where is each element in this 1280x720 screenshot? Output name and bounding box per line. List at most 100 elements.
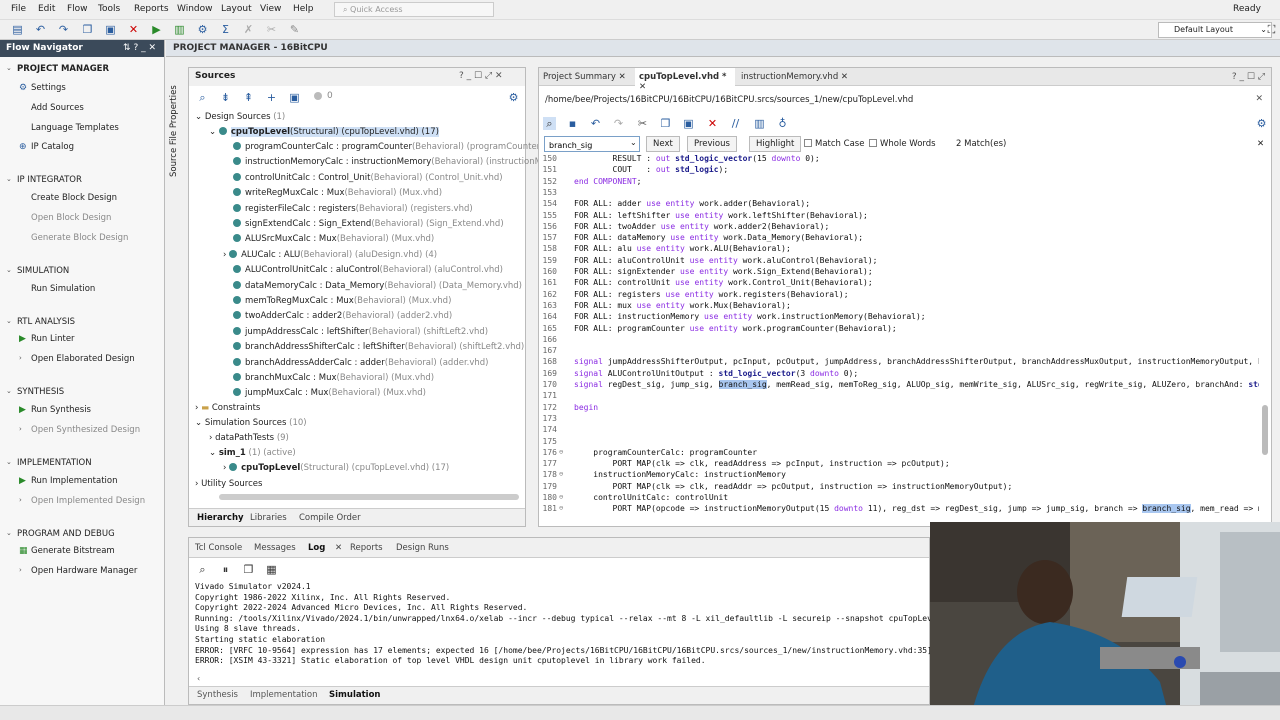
tree-item[interactable]: › ALUCalc : ALU(Behavioral) (aluDesign.v… (223, 249, 437, 260)
lightbulb-icon[interactable]: ♁ (776, 117, 789, 130)
tab-project-summary[interactable]: Project Summary ✕ (539, 68, 637, 86)
tree-design-sources[interactable]: ⌄ Design Sources (1) (195, 112, 285, 122)
tab-synthesis[interactable]: Synthesis (197, 690, 238, 700)
menu-view[interactable]: View (260, 4, 281, 14)
copy-icon[interactable]: ❐ (242, 563, 255, 576)
maximize-icon[interactable]: ⛶ (1265, 23, 1278, 36)
gear-icon[interactable]: ⚙ (196, 23, 209, 36)
nav-generate-block-design[interactable]: Generate Block Design (31, 233, 128, 243)
tree-sim-1[interactable]: ⌄ sim_1 (1) (active) (209, 448, 296, 458)
find-input[interactable] (544, 136, 640, 152)
tab-hierarchy[interactable]: Hierarchy (197, 513, 244, 523)
template-icon[interactable]: ▥ (753, 117, 766, 130)
fold-icon[interactable]: ⊖ (559, 493, 563, 501)
comment-icon[interactable]: // (729, 117, 742, 130)
close-icon[interactable]: ✕ (841, 72, 848, 82)
nav-open-hw-manager[interactable]: Open Hardware Manager (31, 566, 137, 576)
menu-window[interactable]: Window (177, 4, 213, 14)
tree-item[interactable]: controlUnitCalc : Control_Unit(Behaviora… (233, 172, 503, 183)
gear-icon[interactable]: ⚙ (507, 91, 520, 104)
menu-layout[interactable]: Layout (221, 4, 252, 14)
tab-messages[interactable]: Messages (254, 543, 296, 553)
nav-synthesis[interactable]: SYNTHESIS (17, 387, 64, 397)
tree-sim-sources[interactable]: ⌄ Simulation Sources (10) (195, 418, 307, 428)
nav-run-linter[interactable]: Run Linter (31, 334, 75, 344)
nav-create-block-design[interactable]: Create Block Design (31, 193, 117, 203)
fold-icon[interactable]: ⊖ (559, 504, 563, 512)
redo-icon[interactable]: ↷ (612, 117, 625, 130)
layers-icon[interactable]: ▥ (173, 23, 186, 36)
tab-implementation[interactable]: Implementation (250, 690, 318, 700)
panel-window-icons[interactable]: ? _ ☐ ⤢ (1232, 72, 1265, 82)
expand-all-icon[interactable]: ⇞ (242, 91, 255, 104)
nav-program-debug[interactable]: PROGRAM AND DEBUG (17, 529, 115, 539)
properties-icon[interactable]: ▣ (288, 91, 301, 104)
find-previous-button[interactable]: Previous (687, 136, 737, 152)
tree-item[interactable]: memToRegMuxCalc : Mux(Behavioral) (Mux.v… (233, 296, 451, 306)
tree-item[interactable]: branchAddressShifterCalc : leftShifter(B… (233, 342, 524, 352)
tree-top-module[interactable]: ⌄ cpuTopLevel(Structural) (cpuTopLevel.v… (209, 127, 439, 137)
tab-design-runs[interactable]: Design Runs (396, 543, 449, 553)
tab-log[interactable]: Log (308, 543, 325, 553)
tree-utility-sources[interactable]: › Utility Sources (195, 479, 262, 489)
menu-tools[interactable]: Tools (98, 4, 120, 14)
cross-icon[interactable]: ✗ (242, 23, 255, 36)
menu-help[interactable]: Help (293, 4, 314, 14)
delete-icon[interactable]: ✕ (706, 117, 719, 130)
add-icon[interactable]: + (265, 91, 278, 104)
copy-icon[interactable]: ❐ (659, 117, 672, 130)
tab-instruction-memory[interactable]: instructionMemory.vhd ✕ (737, 68, 861, 86)
paste-icon[interactable]: ▣ (104, 23, 117, 36)
menu-edit[interactable]: Edit (38, 4, 55, 14)
sigma-icon[interactable]: Σ (219, 23, 232, 36)
search-icon[interactable]: ⌕ (196, 563, 209, 576)
nav-add-sources[interactable]: Add Sources (31, 103, 84, 113)
table-icon[interactable]: ▦ (265, 563, 278, 576)
nav-run-implementation[interactable]: Run Implementation (31, 476, 118, 486)
tree-item[interactable]: instructionMemoryCalc : instructionMemor… (233, 157, 564, 167)
tab-compile-order[interactable]: Compile Order (299, 513, 361, 523)
menu-flow[interactable]: Flow (67, 4, 88, 14)
find-next-button[interactable]: Next (646, 136, 680, 152)
chevron-right-icon[interactable]: › (19, 566, 22, 574)
chevron-down-icon[interactable]: ⌄ (6, 64, 12, 72)
nav-rtl-analysis[interactable]: RTL ANALYSIS (17, 317, 75, 327)
close-icon[interactable]: ✕ (1255, 94, 1263, 104)
chevron-down-icon[interactable]: ⌄ (630, 138, 637, 147)
tree-item[interactable]: jumpAddressCalc : leftShifter(Behavioral… (233, 326, 488, 337)
close-icon[interactable]: ✕ (335, 543, 342, 553)
tab-cputoplevel[interactable]: cpuTopLevel.vhd * ✕ (635, 68, 735, 92)
search-icon[interactable]: ⌕ (196, 91, 209, 104)
chevron-right-icon[interactable]: › (19, 354, 22, 362)
tool-icon[interactable]: ✎ (288, 23, 301, 36)
tree-item[interactable]: twoAdderCalc : adder2(Behavioral) (adder… (233, 311, 452, 321)
paste-icon[interactable]: ▣ (682, 117, 695, 130)
tab-tcl-console[interactable]: Tcl Console (195, 543, 242, 553)
nav-ip-integrator[interactable]: IP INTEGRATOR (17, 175, 82, 185)
close-icon[interactable]: ✕ (639, 82, 646, 92)
vertical-scrollbar[interactable] (1262, 405, 1268, 455)
chevron-down-icon[interactable]: ⌄ (6, 175, 12, 183)
tree-item[interactable]: ALUControlUnitCalc : aluControl(Behavior… (233, 265, 503, 275)
close-icon[interactable]: ✕ (619, 72, 626, 82)
tree-constraints[interactable]: › ▬ Constraints (195, 403, 260, 413)
nav-project-manager[interactable]: PROJECT MANAGER (17, 64, 109, 74)
nav-open-implemented[interactable]: Open Implemented Design (31, 496, 145, 506)
nav-open-block-design[interactable]: Open Block Design (31, 213, 111, 223)
quick-access-input[interactable]: ⌕ Quick Access (334, 2, 494, 17)
tree-item[interactable]: registerFileCalc : registers(Behavioral)… (233, 203, 473, 214)
nav-settings[interactable]: Settings (31, 83, 66, 93)
tree-item[interactable]: dataMemoryCalc : Data_Memory(Behavioral)… (233, 280, 522, 291)
chevron-down-icon[interactable]: ⌄ (6, 317, 12, 325)
nav-language-templates[interactable]: Language Templates (31, 123, 119, 133)
menu-reports[interactable]: Reports (134, 4, 169, 14)
horizontal-scrollbar[interactable] (219, 494, 519, 500)
undo-icon[interactable]: ↶ (589, 117, 602, 130)
chevron-down-icon[interactable]: ⌄ (6, 529, 12, 537)
chevron-right-icon[interactable]: › (19, 496, 22, 504)
tree-item[interactable]: branchMuxCalc : Mux(Behavioral) (Mux.vhd… (233, 373, 434, 383)
run-icon[interactable]: ▶ (150, 23, 163, 36)
chevron-down-icon[interactable]: ⌄ (6, 458, 12, 466)
redo-icon[interactable]: ↷ (57, 23, 70, 36)
chevron-down-icon[interactable]: ⌄ (6, 266, 12, 274)
